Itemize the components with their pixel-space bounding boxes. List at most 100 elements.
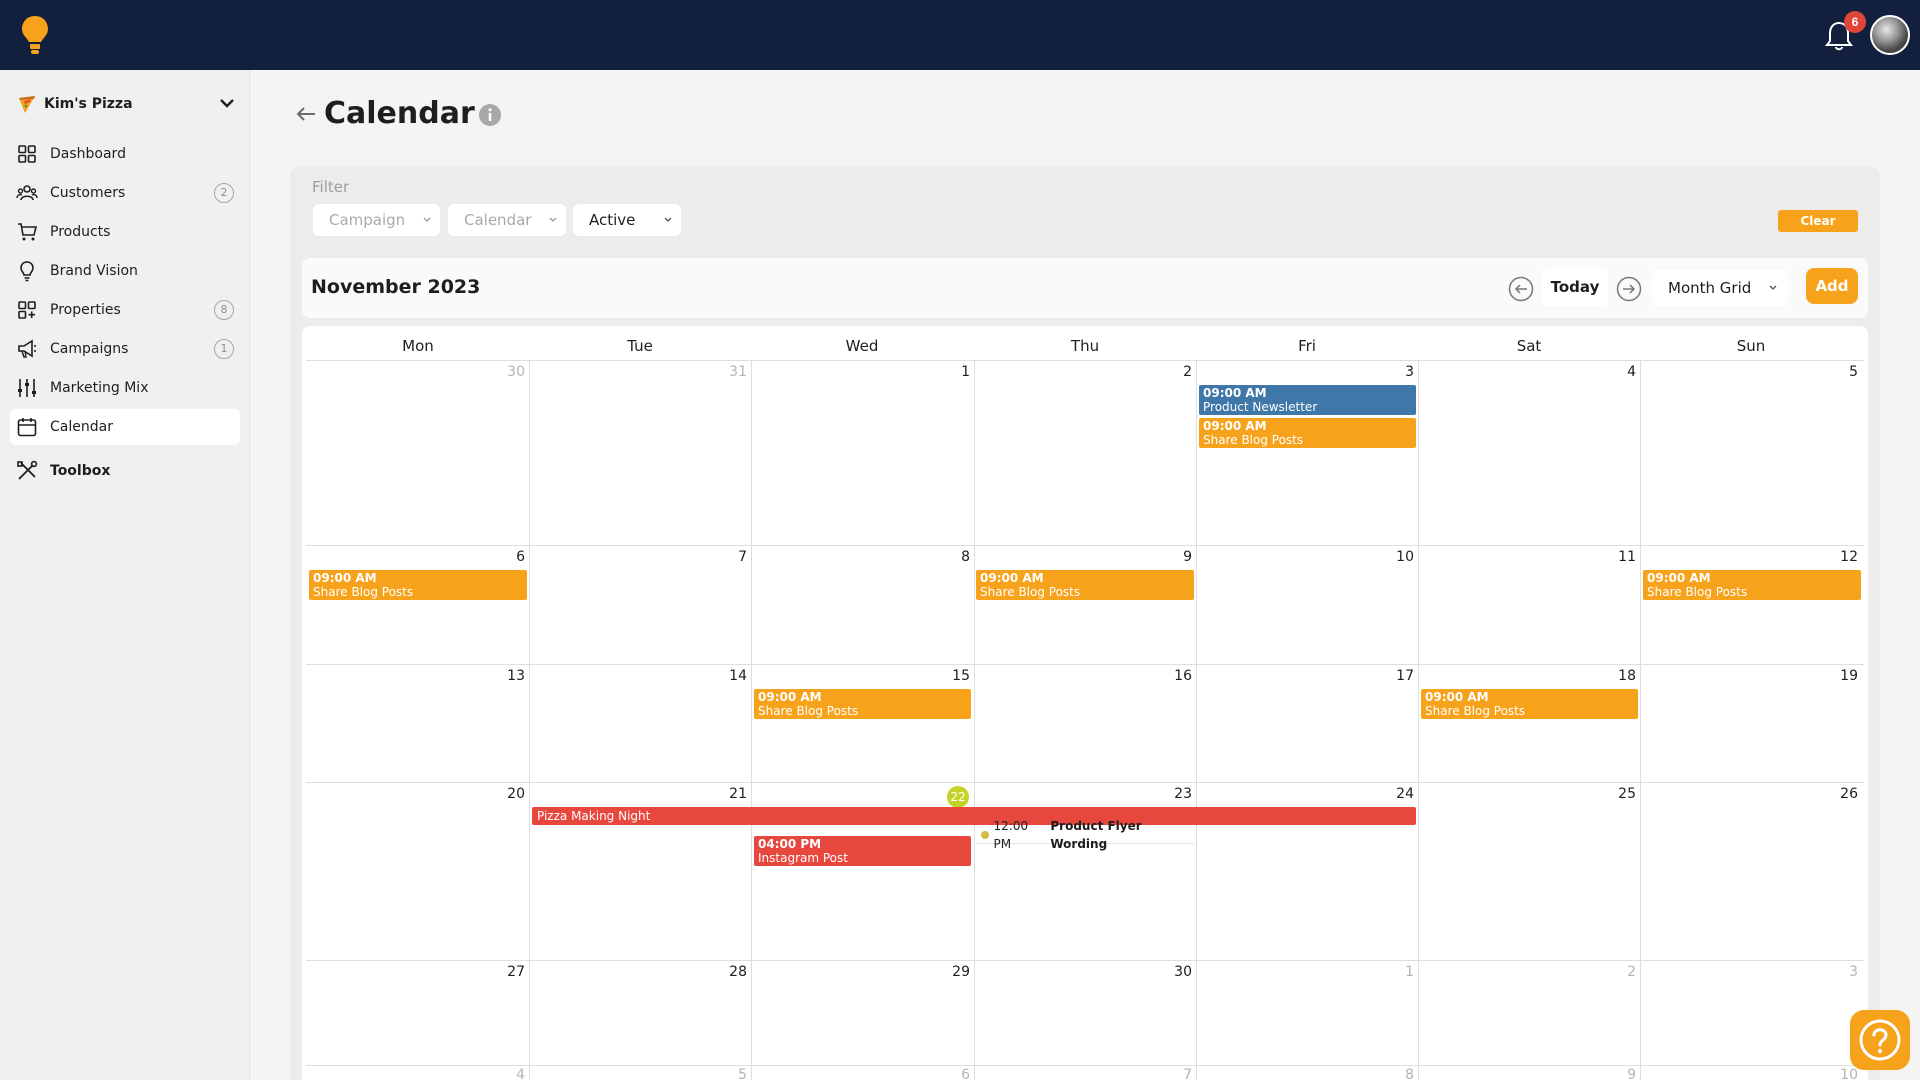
day-number[interactable]: 4 [1596, 364, 1636, 380]
day-number[interactable]: 19 [1818, 668, 1858, 684]
event-pizza-making-night[interactable]: Pizza Making Night [532, 807, 1416, 825]
day-number[interactable]: 5 [707, 1067, 747, 1080]
calendar-select-value: Calendar [464, 211, 532, 229]
sidebar-item-properties[interactable]: Properties 8 [10, 292, 240, 328]
grid-line [1196, 360, 1197, 1080]
day-number[interactable]: 26 [1818, 786, 1858, 802]
day-number[interactable]: 25 [1596, 786, 1636, 802]
event-share-blog-posts[interactable]: 09:00 AM Share Blog Posts [1421, 689, 1638, 719]
event-share-blog-posts[interactable]: 09:00 AM Share Blog Posts [1643, 570, 1861, 600]
event-time: 09:00 AM [1203, 419, 1267, 433]
day-number[interactable]: 6 [485, 549, 525, 565]
back-arrow-icon[interactable] [294, 102, 318, 126]
day-number[interactable]: 30 [485, 364, 525, 380]
info-icon[interactable] [478, 103, 502, 127]
sidebar-item-label: Dashboard [50, 146, 126, 162]
day-number[interactable]: 24 [1374, 786, 1414, 802]
page-title: Calendar [324, 96, 475, 131]
view-select[interactable]: Month Grid [1652, 270, 1788, 306]
campaign-select[interactable]: Campaign [313, 204, 440, 236]
day-number[interactable]: 8 [930, 549, 970, 565]
event-product-newsletter[interactable]: 09:00 AM Product Newsletter [1199, 385, 1416, 415]
today-button[interactable]: Today [1542, 268, 1608, 306]
day-number[interactable]: 21 [707, 786, 747, 802]
day-number[interactable]: 10 [1374, 549, 1414, 565]
day-number[interactable]: 20 [485, 786, 525, 802]
weekday-label: Sun [1736, 337, 1766, 355]
sliders-icon [18, 379, 36, 397]
event-title: Product Newsletter [1203, 400, 1318, 414]
event-time: 09:00 AM [1203, 386, 1267, 400]
next-arrow-icon[interactable] [1616, 276, 1642, 302]
sidebar-item-campaigns[interactable]: Campaigns 1 [10, 331, 240, 367]
sidebar-item-customers[interactable]: Customers 2 [10, 175, 240, 211]
sidebar-item-label: Brand Vision [50, 263, 138, 279]
add-button[interactable]: Add [1806, 268, 1858, 304]
day-number[interactable]: 4 [485, 1067, 525, 1080]
chevron-down-icon[interactable] [218, 94, 236, 112]
today-day-number[interactable]: 22 [947, 786, 969, 808]
event-time: 12:00 PM [993, 818, 1029, 851]
day-number[interactable]: 3 [1818, 964, 1858, 980]
weekday-label: Tue [627, 337, 653, 355]
day-number[interactable]: 27 [485, 964, 525, 980]
day-number[interactable]: 29 [930, 964, 970, 980]
sidebar-item-toolbox[interactable]: Toolbox [10, 453, 240, 489]
sidebar-item-marketing-mix[interactable]: Marketing Mix [10, 370, 240, 406]
event-title: Share Blog Posts [1203, 433, 1304, 447]
day-number[interactable]: 2 [1596, 964, 1636, 980]
event-share-blog-posts[interactable]: 09:00 AM Share Blog Posts [754, 689, 971, 719]
event-share-blog-posts[interactable]: 09:00 AM Share Blog Posts [1199, 418, 1416, 448]
help-button[interactable] [1850, 1010, 1910, 1070]
month-title: November 2023 [311, 276, 481, 298]
weekday-label: Fri [1298, 337, 1316, 355]
event-share-blog-posts[interactable]: 09:00 AM Share Blog Posts [976, 570, 1194, 600]
event-share-blog-posts[interactable]: 09:00 AM Share Blog Posts [309, 570, 527, 600]
clear-button[interactable]: Clear [1778, 210, 1858, 232]
event-instagram-post[interactable]: 04:00 PM Instagram Post [754, 836, 971, 866]
day-number[interactable]: 9 [1596, 1067, 1636, 1080]
day-number[interactable]: 1 [930, 364, 970, 380]
day-number[interactable]: 28 [707, 964, 747, 980]
avatar[interactable] [1870, 15, 1910, 55]
day-number[interactable]: 12 [1818, 549, 1858, 565]
day-number[interactable]: 23 [1152, 786, 1192, 802]
day-number[interactable]: 1 [1374, 964, 1414, 980]
sidebar-item-calendar[interactable]: Calendar [10, 409, 240, 445]
calendar-select[interactable]: Calendar [448, 204, 566, 236]
day-number[interactable]: 30 [1152, 964, 1192, 980]
day-number[interactable]: 18 [1596, 668, 1636, 684]
day-number[interactable]: 9 [1152, 549, 1192, 565]
day-number[interactable]: 11 [1596, 549, 1636, 565]
day-number[interactable]: 2 [1152, 364, 1192, 380]
event-title: Share Blog Posts [758, 704, 859, 718]
grid-line [306, 960, 1864, 961]
day-number[interactable]: 5 [1818, 364, 1858, 380]
brand-switcher[interactable]: Kim's Pizza [16, 92, 236, 116]
sidebar-item-brand-vision[interactable]: Brand Vision [10, 253, 240, 289]
event-product-flyer-wording[interactable]: 12:00 PM Product Flyer Wording [976, 819, 1194, 851]
status-select[interactable]: Active [573, 204, 681, 236]
event-title: Share Blog Posts [313, 585, 414, 599]
day-number[interactable]: 15 [930, 668, 970, 684]
prev-arrow-icon[interactable] [1508, 276, 1534, 302]
day-number[interactable]: 31 [707, 364, 747, 380]
event-time: 04:00 PM [758, 837, 822, 851]
event-title: Share Blog Posts [1647, 585, 1748, 599]
day-number[interactable]: 13 [485, 668, 525, 684]
day-number[interactable]: 17 [1374, 668, 1414, 684]
day-number[interactable]: 7 [707, 549, 747, 565]
sidebar-item-products[interactable]: Products [10, 214, 240, 250]
view-select-value: Month Grid [1668, 279, 1752, 297]
top-bar [0, 0, 1920, 70]
sidebar-item-dashboard[interactable]: Dashboard [10, 136, 240, 172]
lightbulb-logo-icon[interactable] [20, 14, 50, 56]
megaphone-icon [18, 339, 36, 358]
day-number[interactable]: 14 [707, 668, 747, 684]
day-number[interactable]: 8 [1374, 1067, 1414, 1080]
day-number[interactable]: 6 [930, 1067, 970, 1080]
day-number[interactable]: 16 [1152, 668, 1192, 684]
day-number[interactable]: 7 [1152, 1067, 1192, 1080]
day-number[interactable]: 3 [1374, 364, 1414, 380]
day-number[interactable]: 10 [1818, 1067, 1858, 1080]
